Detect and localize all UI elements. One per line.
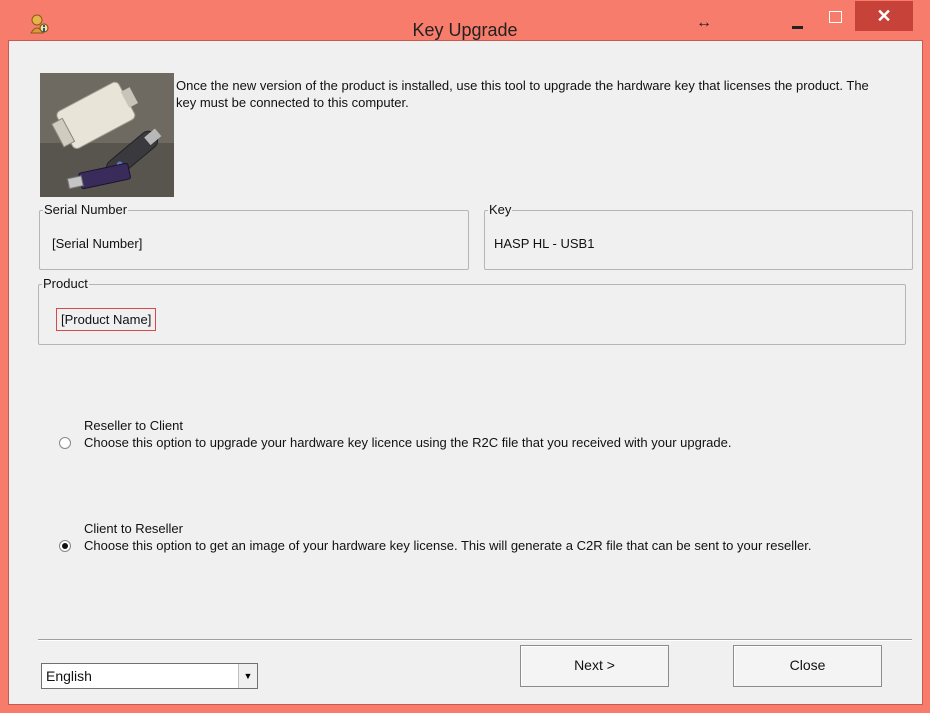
client-to-reseller-radio[interactable] [59, 540, 71, 552]
serial-number-label: Serial Number [43, 201, 129, 219]
title-bar[interactable]: Key Upgrade ↔ ✕ [0, 0, 930, 40]
reseller-to-client-description: Choose this option to upgrade your hardw… [84, 435, 732, 450]
serial-number-group: Serial Number [Serial Number] [39, 201, 469, 270]
close-window-button[interactable]: ✕ [855, 1, 913, 31]
reseller-to-client-radio[interactable] [59, 437, 71, 449]
language-select[interactable]: English ▼ [41, 663, 258, 689]
separator-line [38, 639, 912, 641]
maximize-button[interactable] [820, 8, 852, 32]
next-button[interactable]: Next > [520, 645, 669, 687]
key-group: Key HASP HL - USB1 [484, 201, 913, 270]
chevron-down-icon[interactable]: ▼ [238, 664, 257, 688]
client-to-reseller-title: Client to Reseller [84, 521, 183, 536]
minimize-button[interactable] [782, 8, 814, 32]
client-to-reseller-description: Choose this option to get an image of yo… [84, 538, 812, 553]
reseller-to-client-title: Reseller to Client [84, 418, 183, 433]
product-label: Product [42, 275, 89, 293]
intro-text: Once the new version of the product is i… [176, 78, 869, 110]
product-group: Product [Product Name] [38, 275, 906, 345]
hardware-key-photo [40, 73, 174, 197]
language-select-value: English [46, 668, 92, 684]
key-upgrade-window: Key Upgrade ↔ ✕ Once the new version of … [0, 0, 930, 713]
product-name-value: [Product Name] [56, 308, 157, 331]
close-button[interactable]: Close [733, 645, 882, 687]
key-label: Key [488, 201, 513, 219]
dialog-client-area: Once the new version of the product is i… [8, 40, 923, 705]
key-value: HASP HL - USB1 [494, 236, 595, 251]
serial-number-value: [Serial Number] [52, 236, 143, 251]
resize-icon: ↔ [696, 14, 712, 31]
